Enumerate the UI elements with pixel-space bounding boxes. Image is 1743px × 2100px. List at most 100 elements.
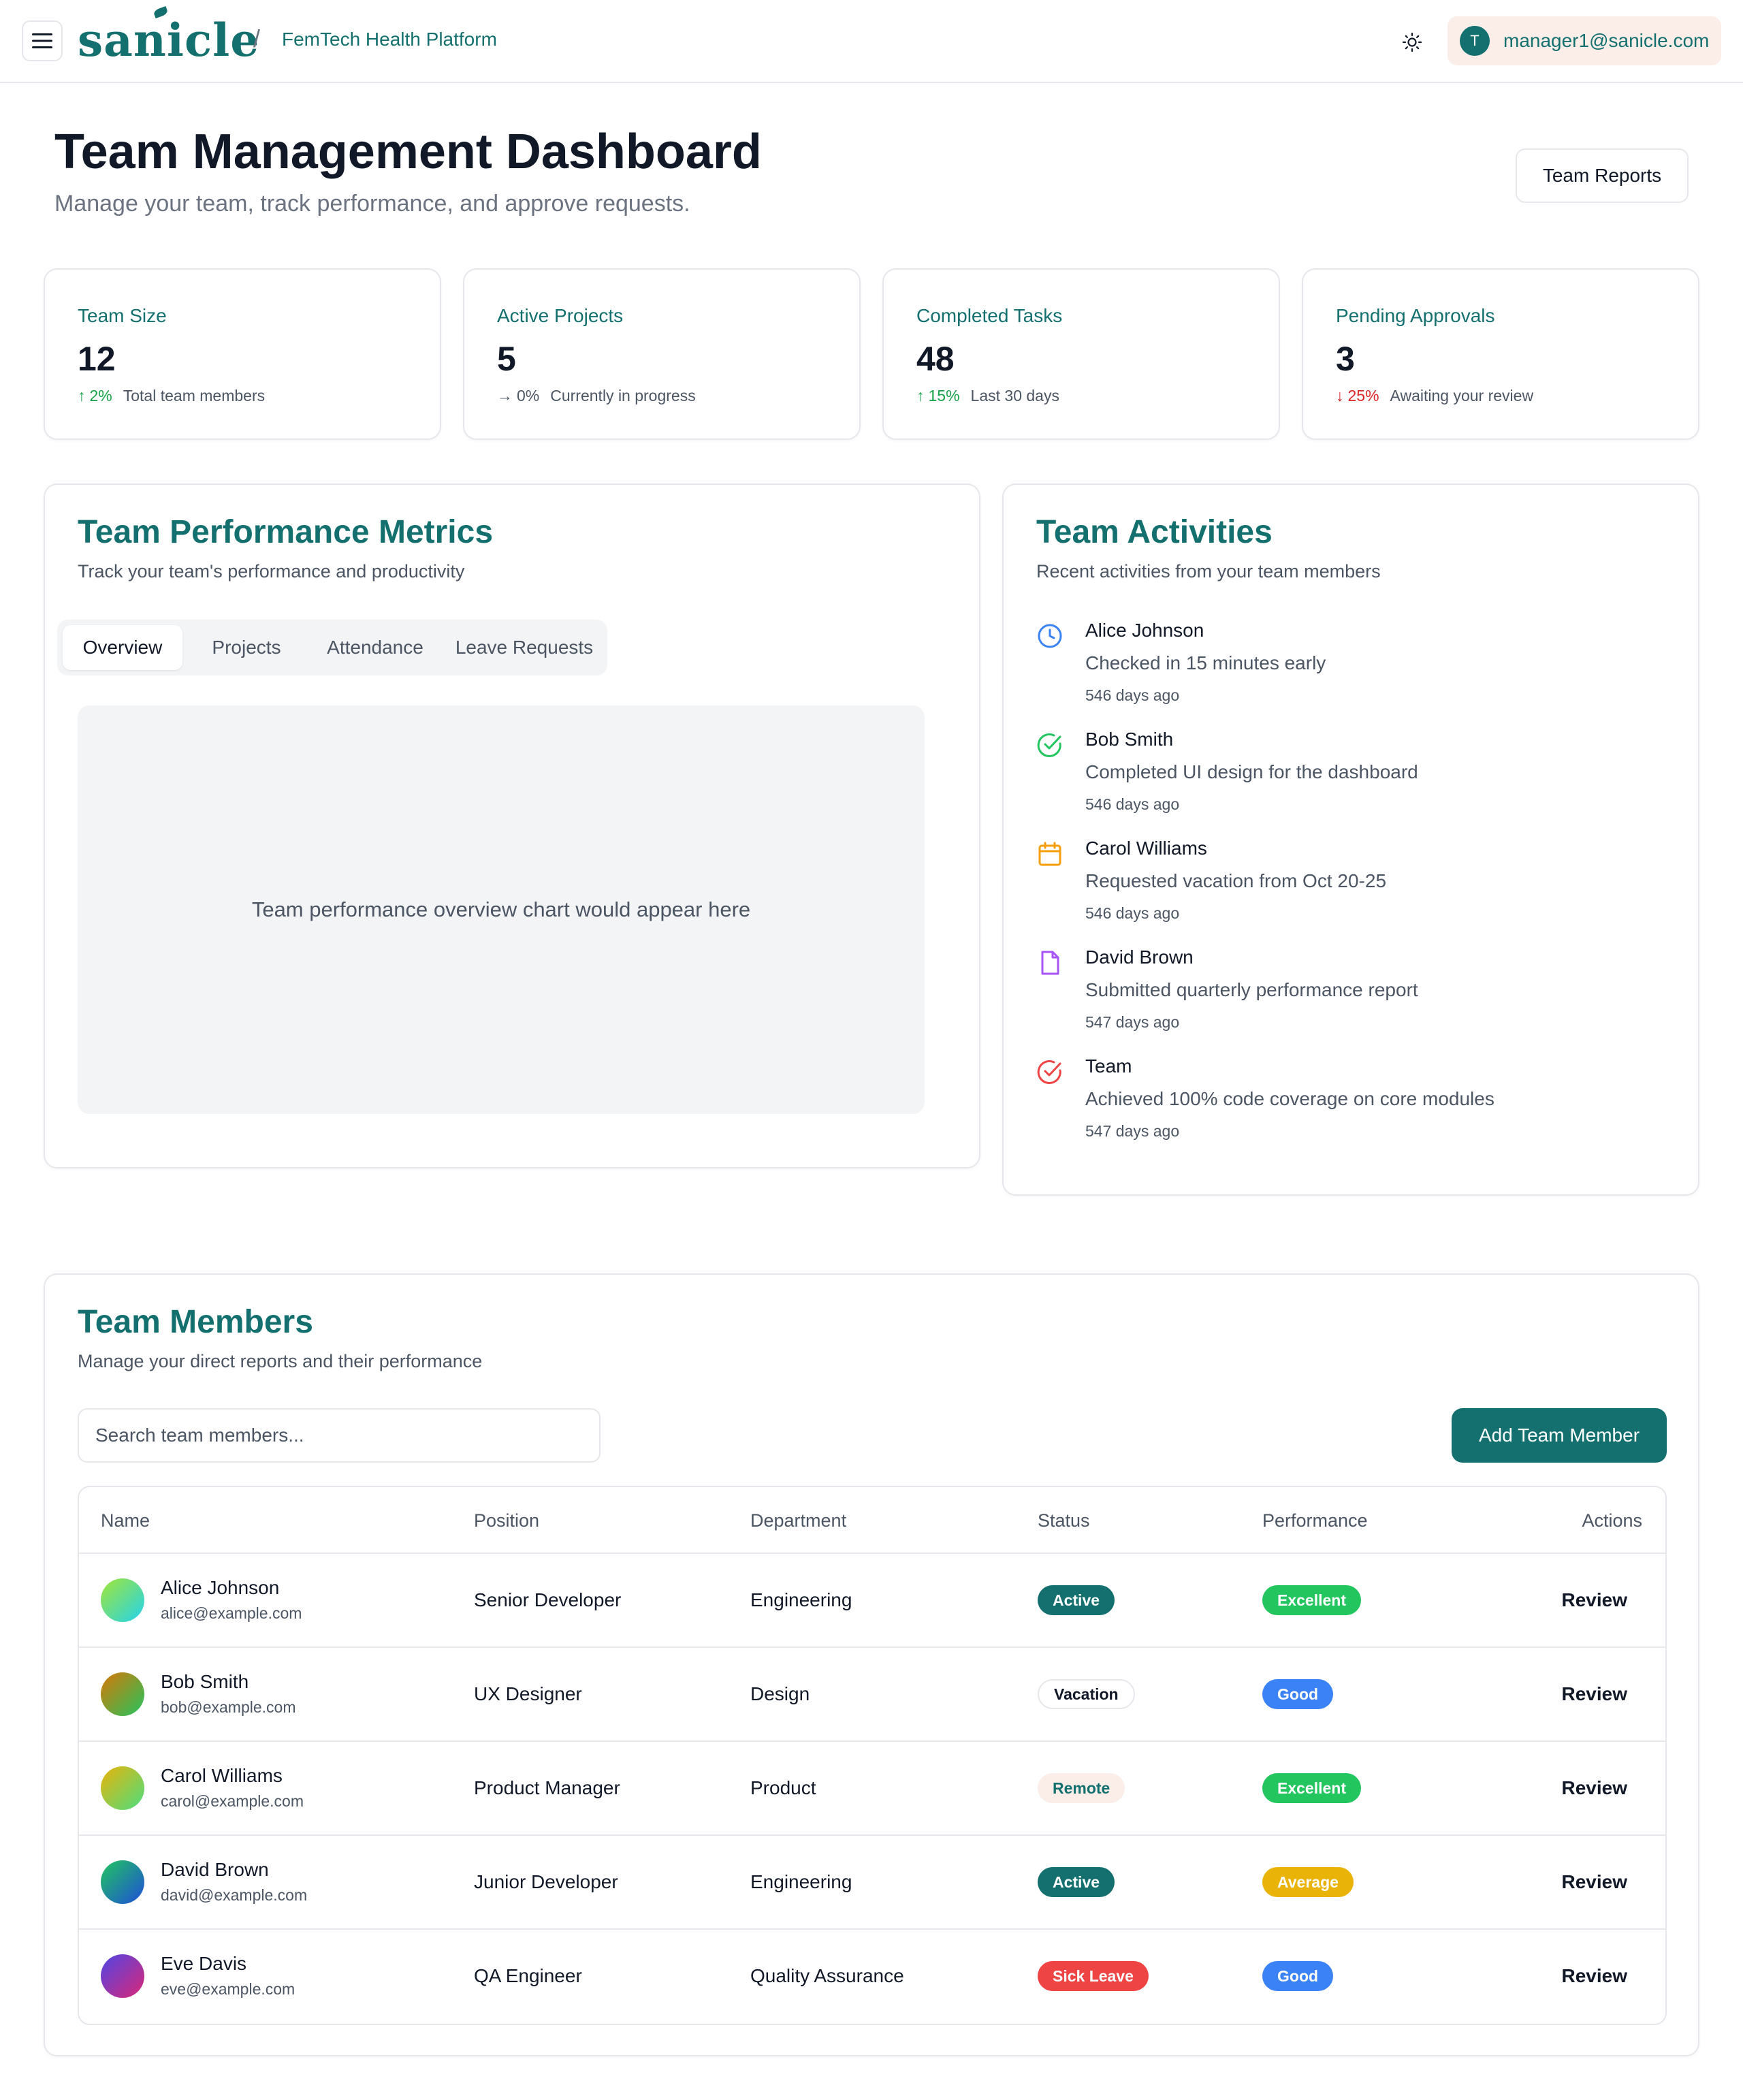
review-button[interactable]: Review <box>1562 1871 1628 1893</box>
member-name: Carol Williams <box>161 1765 283 1786</box>
stat-card-active-projects: Active Projects 5 → 0% Currently in prog… <box>463 268 861 440</box>
member-email: eve@example.com <box>161 1980 295 1998</box>
column-header-actions: Actions <box>1582 1510 1642 1531</box>
member-department: Design <box>750 1683 810 1704</box>
clock-icon <box>1038 624 1062 648</box>
member-position: Junior Developer <box>474 1871 618 1892</box>
top-bar: sanicle / FemTech Health Platform T mana… <box>0 0 1743 83</box>
breadcrumb[interactable]: FemTech Health Platform <box>282 29 497 50</box>
performance-badge: Excellent <box>1262 1585 1361 1615</box>
activity-time: 546 days ago <box>1085 795 1180 813</box>
user-email: manager1@sanicle.com <box>1503 30 1710 51</box>
trend-percent: 0% <box>517 387 540 404</box>
activity-name: Alice Johnson <box>1085 620 1204 641</box>
trend-percent: 25% <box>1347 387 1379 404</box>
stat-description: Last 30 days <box>970 387 1059 404</box>
page-subtitle: Manage your team, track performance, and… <box>54 191 690 217</box>
performance-badge: Good <box>1262 1961 1334 1991</box>
column-header-department[interactable]: Department <box>750 1510 846 1531</box>
stat-trend: ↓ 25% Awaiting your review <box>1336 387 1533 405</box>
calendar-icon <box>1038 842 1061 866</box>
team-members-table: Name Position Department Status Performa… <box>78 1486 1667 2025</box>
column-header-position[interactable]: Position <box>474 1510 539 1531</box>
activity-description: Requested vacation from Oct 20-25 <box>1085 870 1387 891</box>
activity-time: 546 days ago <box>1085 904 1180 922</box>
review-button[interactable]: Review <box>1562 1589 1628 1611</box>
user-avatar: T <box>1460 26 1490 56</box>
stat-card-team-size: Team Size 12 ↑ 2% Total team members <box>44 268 441 440</box>
tab-overview[interactable]: Overview <box>63 625 182 670</box>
status-badge: Active <box>1038 1867 1115 1897</box>
target-check-icon <box>1037 1060 1061 1084</box>
member-email: bob@example.com <box>161 1698 296 1716</box>
avatar <box>101 1954 144 1998</box>
stat-label: Active Projects <box>497 305 624 326</box>
member-department: Engineering <box>750 1589 852 1610</box>
arrow-down-icon: ↓ <box>1336 387 1344 404</box>
review-button[interactable]: Review <box>1562 1777 1628 1799</box>
performance-badge: Excellent <box>1262 1773 1361 1803</box>
arrow-right-icon: → <box>497 387 513 404</box>
performance-tabs: Overview Projects Attendance Leave Reque… <box>57 620 607 675</box>
performance-badge: Average <box>1262 1867 1354 1897</box>
review-button[interactable]: Review <box>1562 1683 1628 1705</box>
member-email: david@example.com <box>161 1886 308 1904</box>
avatar <box>101 1578 144 1622</box>
table-row: Eve Davis eve@example.com QA Engineer Qu… <box>79 1930 1665 2024</box>
activity-name: Bob Smith <box>1085 729 1174 750</box>
tab-attendance[interactable]: Attendance <box>309 625 441 670</box>
member-department: Quality Assurance <box>750 1965 904 1986</box>
stat-description: Total team members <box>123 387 266 404</box>
tab-projects[interactable]: Projects <box>188 625 305 670</box>
status-badge: Vacation <box>1038 1679 1135 1709</box>
member-position: Senior Developer <box>474 1589 622 1610</box>
review-button[interactable]: Review <box>1562 1965 1628 1987</box>
avatar <box>101 1766 144 1810</box>
member-department: Engineering <box>750 1871 852 1892</box>
team-reports-button[interactable]: Team Reports <box>1516 148 1689 203</box>
section-subtitle: Track your team's performance and produc… <box>78 561 465 582</box>
check-circle-icon <box>1037 733 1061 757</box>
stat-trend: → 0% Currently in progress <box>497 387 696 405</box>
theme-toggle-button[interactable] <box>1397 27 1427 57</box>
column-header-name[interactable]: Name <box>101 1510 150 1531</box>
user-menu-button[interactable]: T manager1@sanicle.com <box>1448 16 1721 65</box>
logo[interactable]: sanicle <box>78 5 260 67</box>
activity-description: Achieved 100% code coverage on core modu… <box>1085 1088 1494 1109</box>
activity-time: 547 days ago <box>1085 1013 1180 1031</box>
section-subtitle: Manage your direct reports and their per… <box>78 1351 483 1371</box>
activity-description: Checked in 15 minutes early <box>1085 652 1326 673</box>
member-position: Product Manager <box>474 1777 620 1798</box>
member-position: UX Designer <box>474 1683 582 1704</box>
table-row: David Brown david@example.com Junior Dev… <box>79 1836 1665 1930</box>
stat-label: Pending Approvals <box>1336 305 1495 326</box>
hamburger-icon <box>32 33 52 48</box>
member-name: David Brown <box>161 1859 269 1880</box>
breadcrumb-separator: / <box>253 25 261 52</box>
table-row: Carol Williams carol@example.com Product… <box>79 1742 1665 1836</box>
add-team-member-button[interactable]: Add Team Member <box>1452 1408 1667 1463</box>
activity-description: Completed UI design for the dashboard <box>1085 761 1418 782</box>
status-badge: Active <box>1038 1585 1115 1615</box>
menu-button[interactable] <box>22 20 63 61</box>
page-title: Team Management Dashboard <box>54 125 762 179</box>
avatar <box>101 1860 144 1904</box>
stat-value: 3 <box>1336 340 1355 378</box>
activity-name: David Brown <box>1085 946 1194 968</box>
performance-metrics-card: Team Performance Metrics Track your team… <box>44 483 980 1168</box>
member-position: QA Engineer <box>474 1965 582 1986</box>
section-title: Team Activities <box>1036 514 1273 550</box>
stat-label: Completed Tasks <box>916 305 1063 326</box>
arrow-up-icon: ↑ <box>78 387 86 404</box>
avatar <box>101 1672 144 1716</box>
chart-placeholder: Team performance overview chart would ap… <box>78 705 925 1114</box>
logo-text: sanicle <box>78 14 260 67</box>
activity-time: 546 days ago <box>1085 686 1180 704</box>
tab-leave-requests[interactable]: Leave Requests <box>445 625 603 670</box>
column-header-status[interactable]: Status <box>1038 1510 1090 1531</box>
activity-description: Submitted quarterly performance report <box>1085 979 1418 1000</box>
stat-card-pending-approvals: Pending Approvals 3 ↓ 25% Awaiting your … <box>1302 268 1699 440</box>
section-subtitle: Recent activities from your team members <box>1036 561 1381 582</box>
search-input[interactable] <box>78 1408 601 1463</box>
column-header-performance[interactable]: Performance <box>1262 1510 1368 1531</box>
